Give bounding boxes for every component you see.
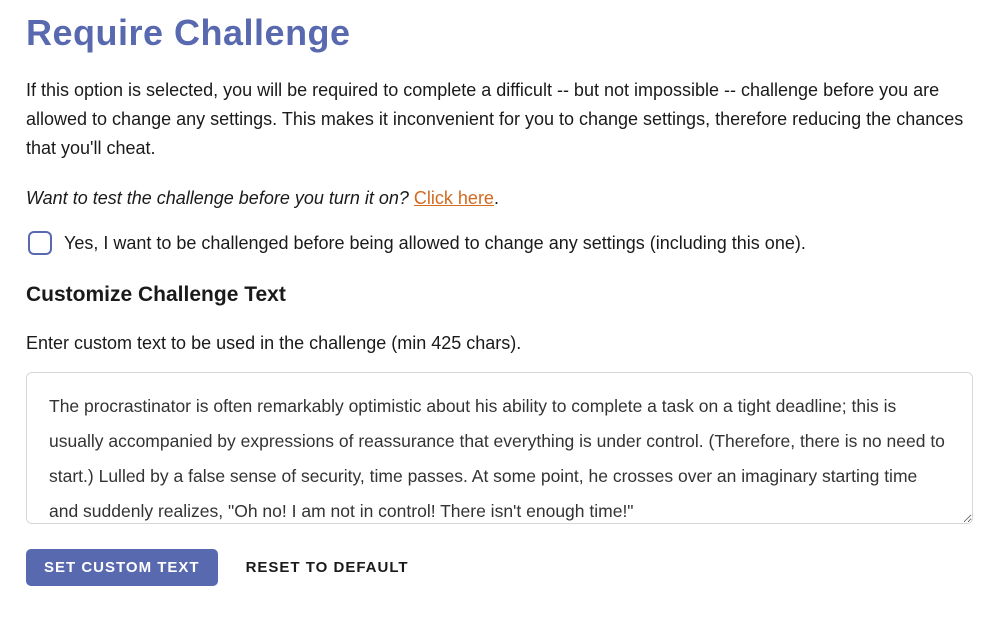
customize-instruction: Enter custom text to be used in the chal… <box>26 333 973 354</box>
challenge-description: If this option is selected, you will be … <box>26 76 973 162</box>
challenge-text-wrap <box>26 372 973 529</box>
page-title: Require Challenge <box>26 12 973 54</box>
test-prompt-period: . <box>494 188 499 208</box>
test-prompt-text: Want to test the challenge before you tu… <box>26 188 414 208</box>
reset-default-button[interactable]: RESET TO DEFAULT <box>246 549 409 586</box>
customize-heading: Customize Challenge Text <box>26 283 973 307</box>
test-challenge-prompt: Want to test the challenge before you tu… <box>26 188 973 209</box>
enable-challenge-row: Yes, I want to be challenged before bein… <box>26 231 973 255</box>
set-custom-text-button[interactable]: SET CUSTOM TEXT <box>26 549 218 586</box>
button-row: SET CUSTOM TEXT RESET TO DEFAULT <box>26 549 973 586</box>
enable-challenge-label: Yes, I want to be challenged before bein… <box>64 233 806 254</box>
test-challenge-link[interactable]: Click here <box>414 188 494 208</box>
enable-challenge-checkbox[interactable] <box>28 231 52 255</box>
challenge-text-input[interactable] <box>26 372 973 524</box>
